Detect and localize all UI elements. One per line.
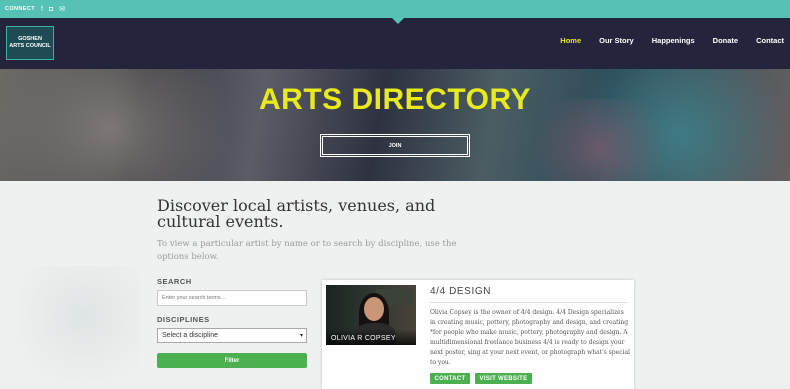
search-label: SEARCH	[157, 277, 192, 286]
facebook-icon[interactable]: f	[41, 6, 43, 13]
nav-item-home[interactable]: Home	[560, 36, 581, 45]
instagram-icon[interactable]: ◘	[49, 6, 53, 13]
hero-banner: ARTS DIRECTORY JOIN	[0, 69, 790, 181]
nav-item-our-story[interactable]: Our Story	[599, 36, 634, 45]
mail-icon[interactable]: ✉	[59, 6, 65, 13]
nav-item-happenings[interactable]: Happenings	[652, 36, 695, 45]
background-shade	[0, 266, 140, 389]
discipline-select-value: Select a discipline	[162, 332, 219, 339]
join-button[interactable]: JOIN	[320, 134, 470, 157]
nav-item-donate[interactable]: Donate	[713, 36, 738, 45]
chevron-down-icon: ▾	[299, 333, 303, 339]
page-title: ARTS DIRECTORY	[258, 83, 532, 116]
artist-photo[interactable]: OLIVIA R COPSEY	[326, 285, 416, 345]
intro-subtitle: To view a particular artist by name or t…	[157, 239, 457, 262]
photo-caption: OLIVIA R COPSEY	[326, 329, 416, 345]
main-nav: GOSHEN ARTS COUNCIL Home Our Story Happe…	[0, 18, 790, 69]
artist-description: Olivia Copsey is the owner of 4/4 design…	[430, 309, 630, 366]
nav-item-contact[interactable]: Contact	[756, 36, 784, 45]
top-bar: CONNECT f ◘ ✉	[0, 0, 790, 18]
directory-main: Discover local artists, venues, and cult…	[0, 181, 790, 389]
card-divider	[430, 302, 628, 303]
logo-line-1: GOSHEN	[18, 36, 42, 42]
site-logo[interactable]: GOSHEN ARTS COUNCIL	[6, 26, 54, 60]
discipline-select[interactable]: Select a discipline ▾	[157, 328, 307, 343]
disciplines-label: DISCIPLINES	[157, 315, 210, 324]
nav-menu: Home Our Story Happenings Donate Contact	[560, 36, 784, 45]
topbar-notch	[392, 18, 404, 24]
contact-button[interactable]: CONTACT	[430, 373, 470, 384]
intro-title: Discover local artists, venues, and cult…	[157, 196, 436, 231]
logo-line-2: ARTS COUNCIL	[9, 43, 51, 49]
connect-label: CONNECT	[5, 6, 35, 12]
search-input[interactable]	[157, 290, 307, 306]
filter-button[interactable]: Filter	[157, 353, 307, 368]
artist-name[interactable]: 4/4 DESIGN	[430, 286, 491, 297]
photo-face	[364, 297, 384, 321]
visit-website-button[interactable]: VISIT WEBSITE	[475, 373, 532, 384]
artist-card: OLIVIA R COPSEY 4/4 DESIGN Olivia Copsey…	[322, 280, 634, 389]
